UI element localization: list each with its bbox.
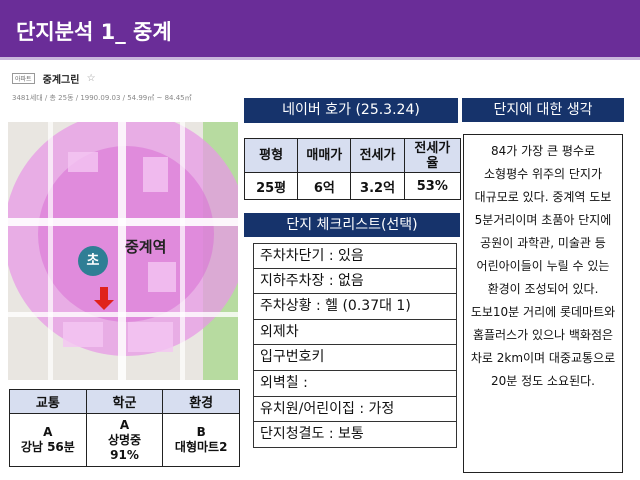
thoughts-heading: 단지에 대한 생각: [462, 98, 624, 122]
col-school: 학군: [85, 389, 164, 414]
col-jeonse-ratio: 전세가 율: [403, 138, 462, 173]
price-table: 평형 매매가 전세가 전세가 율 25평 6억 3.2억 53%: [243, 138, 462, 200]
price-table-header-row: 평형 매매가 전세가 전세가 율: [243, 138, 462, 173]
apartment-info: 3481세대 / 총 25동 / 1990.09.03 / 54.99㎡ ~ 8…: [12, 94, 192, 102]
thoughts-text: 84가 가장 큰 평수로 소형평수 위주의 단지가 대규모로 있다. 중계역 도…: [463, 134, 623, 473]
checklist-heading: 단지 체크리스트(선택): [244, 213, 460, 237]
list-item: 지하주차장 : 없음: [253, 268, 457, 295]
list-item: 외벽칠 :: [253, 370, 457, 397]
list-item: 단지청결도 : 보통: [253, 422, 457, 448]
list-item: 유치원/어린이집 : 가정: [253, 396, 457, 423]
transport-cell: A 강남 56분: [9, 413, 87, 467]
list-item: 주차상황 : 헬 (0.37대 1): [253, 294, 457, 320]
area-map[interactable]: 초 중계역: [8, 122, 238, 380]
grade-table: 교통 학군 환경 A 강남 56분 A 상명중 91% B 대형마트2: [9, 389, 240, 467]
map-canvas: [8, 122, 238, 380]
table-row: A 강남 56분 A 상명중 91% B 대형마트2: [9, 413, 240, 467]
road-vertical-3: [180, 122, 185, 380]
page-title: 단지분석 1_ 중계: [0, 0, 640, 57]
col-jeonse-price: 전세가: [350, 138, 405, 173]
road-vertical-2: [48, 122, 53, 380]
col-transport: 교통: [9, 389, 87, 414]
col-sale-price: 매매가: [297, 138, 352, 173]
title-divider: [0, 57, 640, 60]
environment-cell: B 대형마트2: [162, 413, 240, 467]
apartment-badge: 아파트: [12, 73, 35, 84]
checklist: 주차차단기 : 있음 지하주차장 : 없음 주차상황 : 헬 (0.37대 1)…: [253, 243, 457, 448]
transport-grade: A: [43, 425, 53, 439]
table-row: 25평 6억 3.2억 53%: [243, 172, 462, 200]
favorite-star-icon[interactable]: ☆: [87, 73, 96, 84]
naver-price-heading: 네이버 호가 (25.3.24): [244, 98, 458, 123]
list-item: 외제차: [253, 319, 457, 346]
size-value: 25평: [243, 172, 299, 200]
school-cell: A 상명중 91%: [85, 413, 164, 467]
col-environment: 환경: [162, 389, 240, 414]
apartment-header: 아파트 중계그린 ☆ 3481세대 / 총 25동 / 1990.09.03 /…: [12, 68, 222, 108]
school-detail: 상명중 91%: [107, 432, 142, 462]
jeonse-ratio-value: 53%: [403, 172, 462, 200]
school-marker-icon[interactable]: 초: [78, 246, 108, 276]
school-grade: A: [119, 417, 130, 432]
environment-detail: 대형마트2: [174, 440, 228, 454]
list-item: 입구번호키: [253, 345, 457, 371]
list-item: 주차차단기 : 있음: [253, 243, 457, 269]
apartment-name[interactable]: 중계그린: [43, 71, 80, 86]
jeonse-price-value: 3.2억: [350, 172, 405, 200]
road-horizontal-2: [8, 312, 238, 317]
sale-price-value: 6억: [297, 172, 352, 200]
station-label: 중계역: [125, 238, 167, 256]
environment-grade: B: [196, 425, 206, 439]
grade-table-header-row: 교통 학군 환경: [9, 389, 240, 414]
col-size: 평형: [243, 138, 299, 173]
transport-detail: 강남 56분: [20, 440, 75, 454]
